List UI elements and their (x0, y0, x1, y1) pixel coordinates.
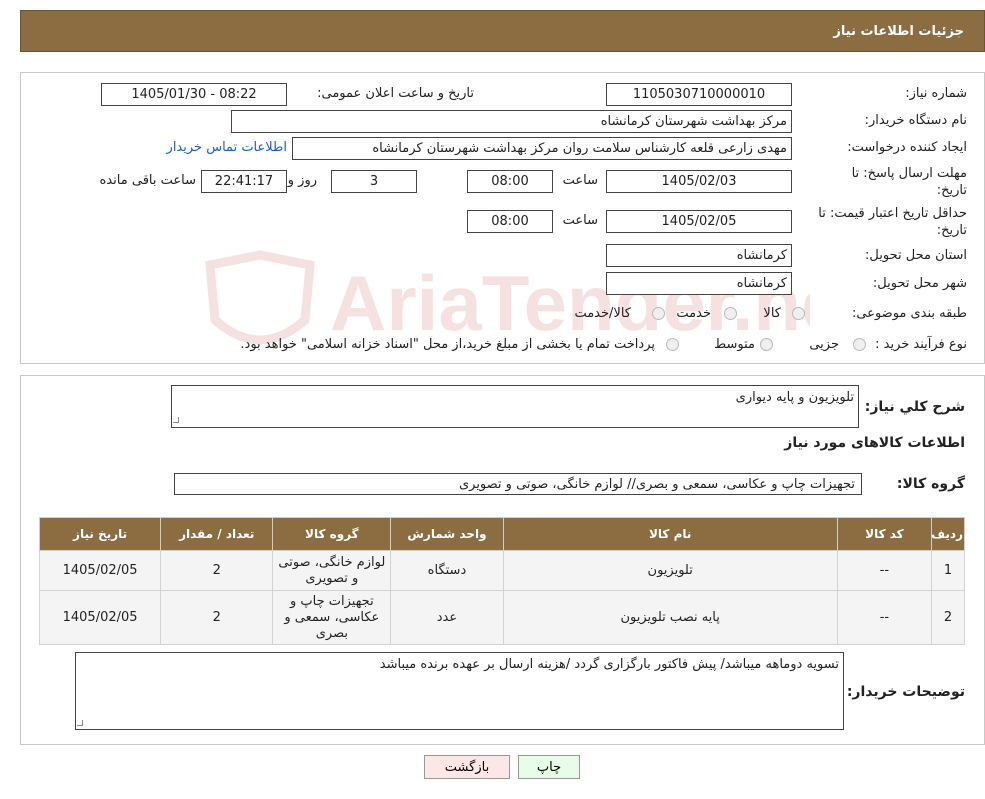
need-number-field: 1105030710000010 (606, 83, 792, 106)
category-goods-label: کالا (763, 306, 781, 321)
goods-info-title: اطلاعات کالاهای مورد نیاز (784, 435, 965, 451)
buyer-notes-textarea: تسویه دوماهه میباشد/ پیش فاکتور بارگزاری… (75, 652, 844, 730)
cell-quantity: 2 (160, 550, 274, 591)
announce-label: تاریخ و ساعت اعلان عمومی: (317, 86, 474, 101)
deadline-date-field: 1405/02/03 (606, 170, 792, 193)
category-label: طبقه بندی موضوعی: (851, 306, 967, 321)
need-number-label: شماره نیاز: (905, 86, 967, 101)
creator-field: مهدی زارعی قلعه کارشناس سلامت روان مرکز … (292, 137, 792, 160)
category-goods-service-radio[interactable] (652, 307, 665, 320)
buyer-contact-link[interactable]: اطلاعات تماس خریدار (167, 140, 287, 155)
remaining-days-field: 3 (331, 170, 417, 193)
cell-name: تلویزیون (502, 550, 838, 591)
price-validity-label: حداقل تاریخ اعتبار قیمت: تا (818, 206, 967, 221)
col-header-quantity: تعداد / مقدار (160, 517, 274, 551)
cell-name: پایه نصب تلویزیون (502, 590, 838, 645)
announce-field: 1405/01/30 - 08:22 (101, 83, 287, 106)
col-header-group: گروه کالا (272, 517, 392, 551)
print-button[interactable]: چاپ (518, 755, 580, 779)
process-partial-radio[interactable] (853, 338, 866, 351)
price-validity-time-label: ساعت (562, 213, 598, 228)
remaining-time-label: ساعت باقی مانده (99, 173, 196, 188)
process-label: نوع فرآیند خرید : (875, 337, 967, 352)
cell-date: 1405/02/05 (38, 550, 162, 591)
price-validity-label-date: تاریخ: (936, 223, 967, 238)
buyer-notes-text: تسویه دوماهه میباشد/ پیش فاکتور بارگزاری… (379, 657, 839, 672)
province-field: کرمانشاه (606, 244, 792, 267)
cell-date: 1405/02/05 (38, 590, 162, 645)
buyer-org-field: مرکز بهداشت شهرستان کرمانشاه (231, 110, 792, 133)
payment-option-radio[interactable] (666, 338, 679, 351)
category-goods-radio[interactable] (792, 307, 805, 320)
col-header-unit: واحد شمارش (390, 517, 504, 551)
process-medium-label: متوسط (714, 337, 755, 352)
category-service-label: خدمت (676, 306, 711, 321)
table-row: 1 -- تلویزیون دستگاه لوازم خانگی، صوتی و… (38, 550, 966, 591)
deadline-time-field: 08:00 (467, 170, 553, 193)
summary-label: شرح کلي نیاز: (864, 399, 965, 415)
page-title: جزئیات اطلاعات نیاز (833, 23, 964, 39)
price-validity-date-field: 1405/02/05 (606, 210, 792, 233)
remaining-days-label: روز و (287, 173, 317, 188)
process-partial-label: جزیی (809, 337, 839, 352)
cell-group: لوازم خانگی، صوتی و تصویری (272, 550, 392, 591)
col-header-code: کد کالا (836, 517, 932, 551)
table-header-row: ردیف کد کالا نام کالا واحد شمارش گروه کا… (38, 517, 966, 551)
goods-group-field: تجهیزات چاپ و عکاسی، سمعی و بصری// لوازم… (174, 473, 862, 495)
cell-row: 1 (930, 550, 966, 591)
cell-group: تجهیزات چاپ و عکاسی، سمعی و بصری (272, 590, 392, 645)
col-header-name: نام کالا (502, 517, 838, 551)
deadline-label: مهلت ارسال پاسخ: تا (851, 166, 967, 181)
page-header: جزئیات اطلاعات نیاز (20, 10, 985, 52)
col-header-date: تاریخ نیاز (38, 517, 162, 551)
creator-label: ایجاد کننده درخواست: (847, 140, 967, 155)
province-label: استان محل تحویل: (865, 248, 967, 263)
category-goods-service-label: کالا/خدمت (574, 306, 631, 321)
goods-group-label: گروه کالا: (896, 476, 965, 492)
city-field: کرمانشاه (606, 272, 792, 295)
price-validity-time-field: 08:00 (467, 210, 553, 233)
cell-row: 2 (930, 590, 966, 645)
buyer-notes-label: توضیحات خریدار: (846, 684, 965, 700)
cell-code: -- (836, 590, 932, 645)
table-row: 2 -- پایه نصب تلویزیون عدد تجهیزات چاپ و… (38, 590, 966, 645)
items-table: ردیف کد کالا نام کالا واحد شمارش گروه کا… (38, 517, 966, 645)
buyer-org-label: نام دستگاه خریدار: (864, 113, 967, 128)
deadline-time-label: ساعت (562, 173, 598, 188)
buyer-notes-resize-handle[interactable] (77, 720, 83, 726)
summary-textarea: تلویزیون و پایه دیواری (171, 385, 859, 428)
cell-code: -- (836, 550, 932, 591)
payment-note: پرداخت تمام یا بخشی از مبلغ خرید،از محل … (240, 337, 655, 352)
cell-unit: دستگاه (390, 550, 504, 591)
category-service-radio[interactable] (724, 307, 737, 320)
summary-text: تلویزیون و پایه دیواری (735, 390, 854, 405)
cell-quantity: 2 (160, 590, 274, 645)
remaining-time-field: 22:41:17 (201, 170, 287, 193)
summary-resize-handle[interactable] (173, 417, 179, 423)
process-medium-radio[interactable] (760, 338, 773, 351)
back-button[interactable]: بازگشت (424, 755, 510, 779)
cell-unit: عدد (390, 590, 504, 645)
col-header-row: ردیف (930, 517, 966, 551)
deadline-label-date: تاریخ: (936, 183, 967, 198)
city-label: شهر محل تحویل: (872, 276, 967, 291)
